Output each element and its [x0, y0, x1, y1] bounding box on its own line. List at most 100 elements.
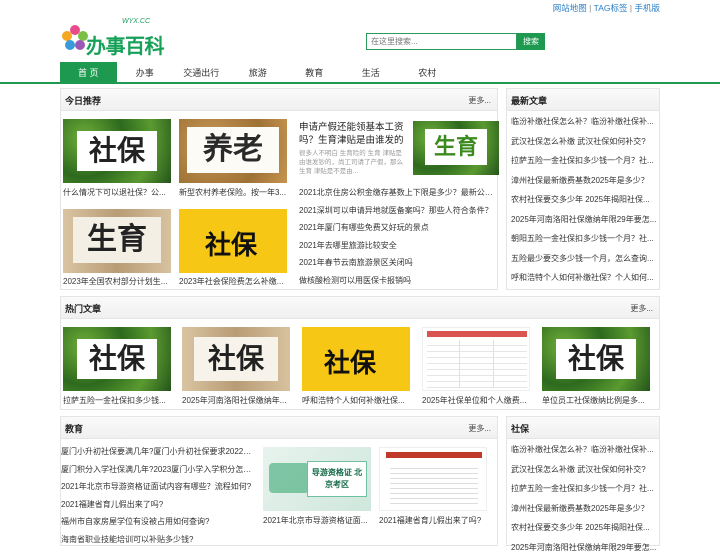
education-thumb[interactable]: 2021福建省育儿假出来了吗? [379, 447, 487, 527]
list-item[interactable]: 福州市自家房屋学位有没被占用如何查询? [61, 513, 257, 531]
thumb-caption[interactable]: 呼和浩特个人如何补缴社保... [302, 395, 410, 406]
today-thumb[interactable]: 社保 2023年社会保险费怎么补缴... [179, 209, 287, 289]
thumb-caption[interactable]: 新型农村养老保险。按一年3... [179, 187, 287, 198]
shengyu-image: 生育 [63, 209, 171, 273]
list-item[interactable]: 拉萨五险一金社保扣多少钱一个月？社... [511, 479, 659, 499]
mobile-link[interactable]: 手机版 [634, 3, 660, 13]
header: WYX.CC 办事百科 搜索 [0, 14, 720, 62]
top-bar: 网站地图 | TAG标签 | 手机版 [0, 0, 720, 14]
list-item[interactable]: 拉萨五险一金社保扣多少钱一个月？社... [511, 151, 659, 171]
search-button[interactable]: 搜索 [517, 33, 545, 50]
featured-article[interactable]: 申请产假还能领基本工资吗？生育津贴是由谁发的哪 很多人不明白 生育险的 生育 津… [299, 121, 495, 183]
hot-panel: 热门文章 更多... 社保 拉萨五险一金社保扣多少钱... 社保 2025年河南… [60, 296, 660, 410]
latest-list: 临汾补缴社保怎么补？临汾补缴社保补... 武汉社保怎么补缴 武汉社保如何补交? … [511, 112, 659, 288]
list-item[interactable]: 农村社保要交多少年 2025年揭阳社保... [511, 518, 659, 538]
nav-traffic[interactable]: 交通出行 [173, 62, 230, 84]
hot-thumb[interactable]: 社保 拉萨五险一金社保扣多少钱... [63, 327, 171, 407]
today-thumb[interactable]: 社保 什么情况下可以退社保？公... [63, 119, 171, 201]
hot-thumb[interactable]: 社保 单位员工社保缴纳比例是多... [542, 327, 650, 407]
thumb-caption[interactable]: 2025年社保单位和个人缴费... [422, 395, 530, 406]
nav-rural[interactable]: 农村 [399, 62, 456, 84]
list-item[interactable]: 2021福建省育儿假出来了吗? [61, 496, 257, 514]
today-panel: 今日推荐 更多... 社保 什么情况下可以退社保？公... 养老 新型农村养老保… [60, 88, 498, 290]
image-word: 社保 [205, 225, 257, 262]
thumb-caption[interactable]: 拉萨五险一金社保扣多少钱... [63, 395, 171, 406]
today-thumb[interactable]: 养老 新型农村养老保险。按一年3... [179, 119, 287, 201]
sitemap-link[interactable]: 网站地图 [553, 3, 587, 13]
tags-link[interactable]: TAG标签 [594, 3, 628, 13]
list-item[interactable]: 2021深圳可以申请异地就医备案吗？那些人符合条件？ [299, 202, 495, 220]
list-item[interactable]: 呼和浩特个人如何补缴社保？个人如何... [511, 268, 659, 288]
shebao-title: 社保 [511, 422, 529, 435]
top-sep: | [589, 3, 591, 13]
today-title: 今日推荐 [65, 94, 101, 107]
latest-panel: 最新文章 临汾补缴社保怎么补？临汾补缴社保补... 武汉社保怎么补缴 武汉社保如… [506, 88, 660, 290]
list-item[interactable]: 朝阳五险一金社保扣多少钱一个月？社... [511, 229, 659, 249]
education-more-link[interactable]: 更多... [468, 423, 491, 434]
today-more-link[interactable]: 更多... [468, 95, 491, 106]
nav-life[interactable]: 生活 [343, 62, 400, 84]
fee-table-image [422, 327, 530, 391]
thumb-caption[interactable]: 2023年社会保险费怎么补缴... [179, 276, 287, 287]
thumb-caption[interactable]: 2021福建省育儿假出来了吗? [379, 515, 487, 526]
list-item[interactable]: 武汉社保怎么补缴 武汉社保如何补交? [511, 132, 659, 152]
list-item[interactable]: 漳州社保最新缴费基数2025年是多少？ [511, 499, 659, 519]
list-item[interactable]: 漳州社保最新缴费基数2025年是多少？ [511, 171, 659, 191]
main-nav: 首 页 办事 交通出行 旅游 教育 生活 农村 [0, 62, 720, 84]
featured-title[interactable]: 申请产假还能领基本工资吗？生育津贴是由谁发的哪 [299, 121, 407, 147]
education-thumb[interactable]: 导游资格证 北京考区 2021年北京市导游资格证面... [263, 447, 371, 527]
nav-home[interactable]: 首 页 [60, 62, 117, 84]
today-list: 2021北京住房公积金缴存基数上下限是多少？最新公积... 2021深圳可以申请… [299, 184, 495, 289]
thumb-caption[interactable]: 2021年北京市导游资格证面... [263, 515, 371, 526]
shebao-image: 社保 [302, 327, 410, 391]
hot-thumb[interactable]: 社保 2025年河南洛阳社保缴纳年... [182, 327, 290, 407]
list-item[interactable]: 厦门积分入学社保满几年?2023厦门小学入学积分怎么... [61, 461, 257, 479]
list-item[interactable]: 临汾补缴社保怎么补？临汾补缴社保补... [511, 112, 659, 132]
logo-text: 办事百科 [86, 30, 164, 59]
hot-thumb[interactable]: 2025年社保单位和个人缴费... [422, 327, 530, 407]
search-input[interactable] [366, 33, 517, 50]
list-item[interactable]: 2021年厦门有哪些免费又好玩的景点 [299, 219, 495, 237]
list-item[interactable]: 临汾补缴社保怎么补？临汾补缴社保补... [511, 440, 659, 460]
nav-travel[interactable]: 旅游 [230, 62, 287, 84]
thumb-caption[interactable]: 2025年河南洛阳社保缴纳年... [182, 395, 290, 406]
image-card-text: 社保 [77, 131, 157, 171]
logo-domain: WYX.CC [122, 18, 150, 25]
top-links: 网站地图 | TAG标签 | 手机版 [553, 2, 660, 14]
yanglao-image: 养老 [179, 119, 287, 183]
list-item[interactable]: 做核酸检测可以用医保卡报销吗 [299, 272, 495, 290]
image-card-text: 社保 [194, 337, 278, 381]
shebao-image: 社保 [182, 327, 290, 391]
list-item[interactable]: 海南省职业技能培训可以补贴多少钱? [61, 531, 257, 549]
list-item[interactable]: 农村社保要交多少年 2025年揭阳社保... [511, 190, 659, 210]
featured-summary: 很多人不明白 生育险的 生育 津贴是由谁发钞的，尚工司请了产假，那么 生育 津贴… [299, 149, 407, 177]
site-logo[interactable]: WYX.CC 办事百科 [62, 18, 172, 58]
list-item[interactable]: 2025年河南洛阳社保缴纳年限29年要怎... [511, 538, 659, 557]
image-card-text: 养老 [187, 127, 279, 173]
hot-more-link[interactable]: 更多... [630, 303, 653, 314]
education-panel: 教育 更多... 厦门小升初社保要满几年?厦门小升初社保要求2022（... 厦… [60, 416, 498, 546]
list-item[interactable]: 2021年去哪里旅游比较安全 [299, 237, 495, 255]
list-item[interactable]: 2021年北京市导游资格证面试内容有哪些？流程如何? [61, 478, 257, 496]
nav-banshi[interactable]: 办事 [117, 62, 174, 84]
hot-title: 热门文章 [65, 302, 101, 315]
list-item[interactable]: 厦门小升初社保要满几年?厦门小升初社保要求2022（... [61, 443, 257, 461]
list-item[interactable]: 2021北京住房公积金缴存基数上下限是多少？最新公积... [299, 184, 495, 202]
list-item[interactable]: 五险最少要交多少钱一个月，怎么查询... [511, 249, 659, 269]
hot-thumb[interactable]: 社保 呼和浩特个人如何补缴社保... [302, 327, 410, 407]
top-sep: | [630, 3, 632, 13]
list-item[interactable]: 2021年春节云南旅游景区关闭吗 [299, 254, 495, 272]
search-form: 搜索 [366, 33, 545, 50]
nav-education[interactable]: 教育 [286, 62, 343, 84]
education-list: 厦门小升初社保要满几年?厦门小升初社保要求2022（... 厦门积分入学社保满几… [61, 443, 257, 548]
featured-image: 生育 [413, 121, 499, 175]
thumb-caption[interactable]: 2023年全国农村部分计划生... [63, 276, 171, 287]
education-title: 教育 [65, 422, 83, 435]
today-thumb[interactable]: 生育 2023年全国农村部分计划生... [63, 209, 171, 289]
shebao-image: 社保 [63, 119, 171, 183]
list-item[interactable]: 武汉社保怎么补缴 武汉社保如何补交? [511, 460, 659, 480]
thumb-caption[interactable]: 什么情况下可以退社保？公... [63, 187, 171, 198]
list-item[interactable]: 2025年河南洛阳社保缴纳年限29年要怎... [511, 210, 659, 230]
thumb-caption[interactable]: 单位员工社保缴纳比例是多... [542, 395, 650, 406]
image-card-text: 社保 [77, 339, 157, 379]
